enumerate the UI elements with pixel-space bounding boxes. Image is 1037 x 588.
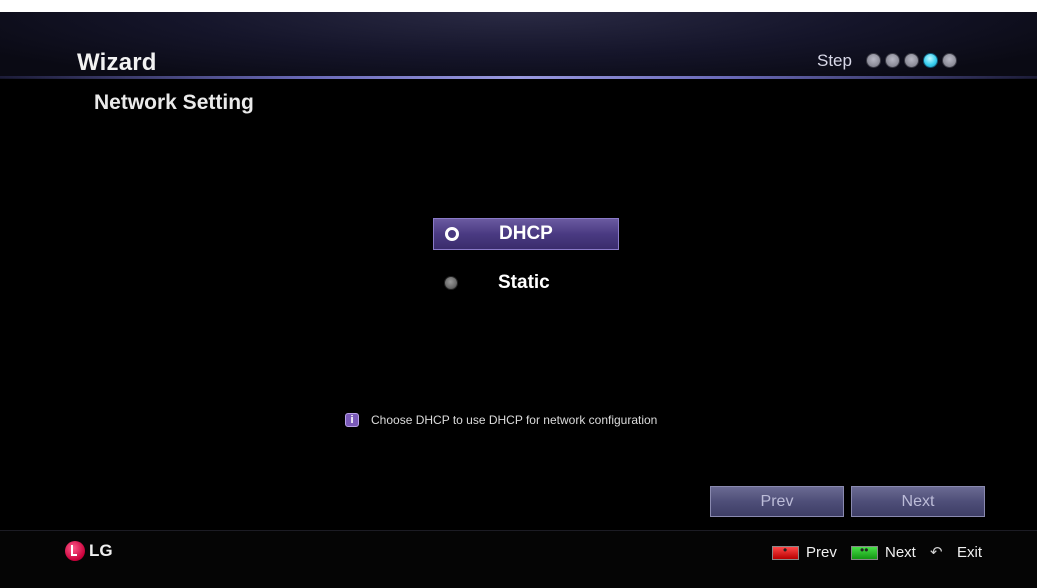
prev-button[interactable]: Prev bbox=[710, 486, 844, 517]
wizard-screen: Wizard Step Network Setting DHCP Static … bbox=[0, 0, 1037, 588]
radio-unselected-icon bbox=[444, 276, 458, 290]
step-dot-3 bbox=[904, 53, 919, 68]
red-key-icon bbox=[772, 543, 799, 560]
lg-logo: LG bbox=[65, 541, 113, 561]
legend-exit: ↶ Exit bbox=[930, 544, 982, 561]
legend-next: Next bbox=[851, 543, 916, 561]
green-key-icon bbox=[851, 543, 878, 560]
lg-brand-text: LG bbox=[89, 541, 113, 560]
step-label: Step bbox=[817, 51, 852, 70]
dhcp-label: DHCP bbox=[499, 223, 553, 244]
legend-exit-label: Exit bbox=[957, 544, 983, 561]
step-dot-1 bbox=[866, 53, 881, 68]
info-text: Choose DHCP to use DHCP for network conf… bbox=[371, 413, 658, 427]
wizard-title: Wizard bbox=[77, 49, 157, 76]
step-dot-4-current bbox=[923, 53, 938, 68]
legend-next-label: Next bbox=[885, 544, 916, 561]
static-option[interactable]: Static bbox=[433, 267, 619, 299]
radio-selected-icon bbox=[445, 227, 459, 241]
page-title: Network Setting bbox=[94, 91, 254, 114]
static-label: Static bbox=[498, 272, 550, 293]
info-message: i Choose DHCP to use DHCP for network co… bbox=[345, 413, 657, 427]
legend-prev: Prev bbox=[772, 543, 837, 561]
lg-emblem-icon bbox=[65, 541, 85, 561]
dhcp-option[interactable]: DHCP bbox=[433, 218, 619, 250]
next-button[interactable]: Next bbox=[851, 486, 985, 517]
step-indicator bbox=[866, 53, 957, 68]
legend-prev-label: Prev bbox=[806, 544, 837, 561]
back-key-icon: ↶ bbox=[930, 543, 943, 561]
step-dot-2 bbox=[885, 53, 900, 68]
step-dot-5 bbox=[942, 53, 957, 68]
info-icon: i bbox=[345, 413, 359, 427]
top-border bbox=[0, 0, 1037, 12]
